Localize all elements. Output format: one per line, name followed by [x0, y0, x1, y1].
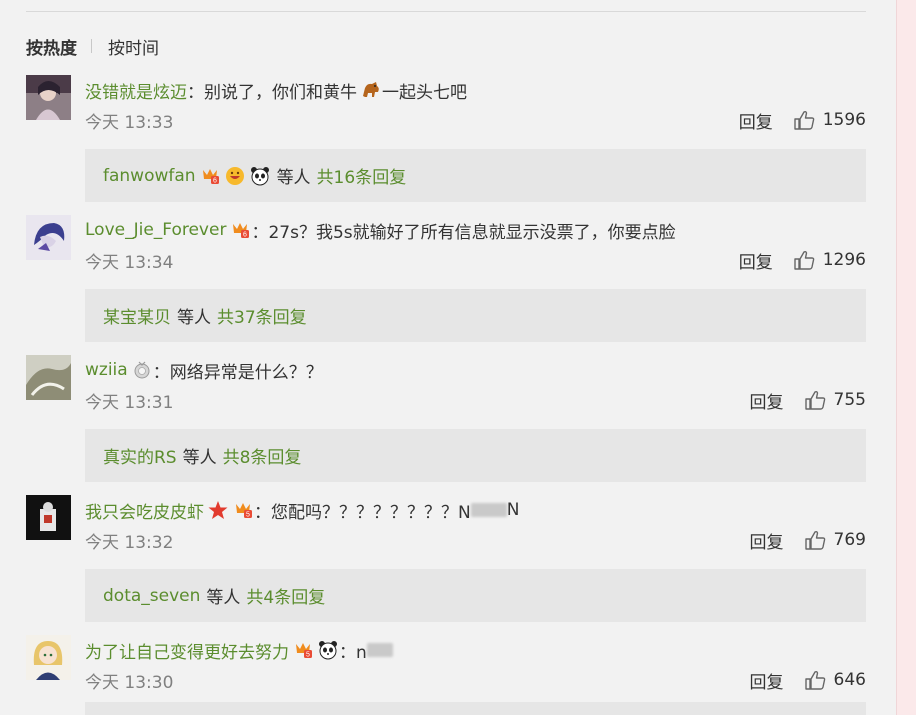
thumb-up-icon[interactable]	[804, 529, 826, 551]
sub-reply-count-link[interactable]: 共8条回复	[223, 443, 302, 468]
username-link[interactable]: wziia	[85, 360, 128, 380]
comment-panel: 按热度 按时间 没错就是炫迈 ：别说了，你们和黄牛 一起头七吧 今天 13:33…	[0, 0, 896, 715]
comment-text: ：别说了，你们和黄牛	[187, 82, 357, 103]
avatar[interactable]	[26, 215, 71, 260]
vip-badge-icon: 5	[232, 500, 254, 520]
svg-text:5: 5	[306, 652, 310, 659]
sub-reply-box[interactable]: 某宝某贝 等人 共37条回复	[85, 289, 866, 342]
like-count: 769	[833, 530, 866, 550]
comment-text: ：网络异常是什么？？	[152, 362, 323, 383]
sub-reply-count-link[interactable]: 共16条回复	[317, 163, 407, 188]
sub-reply-count-link[interactable]: 共4条回复	[246, 583, 325, 608]
comment-actions: 回复 646	[750, 668, 866, 693]
sort-divider	[91, 39, 92, 53]
comment-actions: 回复 1296	[739, 248, 866, 273]
panda-emoji-icon	[317, 640, 339, 660]
star-icon	[207, 500, 229, 520]
thumb-up-icon[interactable]	[793, 249, 815, 271]
comment-time: 今天 13:32	[85, 533, 174, 553]
sub-reply-user[interactable]: fanwowfan	[103, 166, 196, 186]
comment-text-tail: N	[506, 500, 520, 520]
reply-button[interactable]: 回复	[750, 388, 784, 413]
reply-button[interactable]: 回复	[739, 248, 773, 273]
sort-by-hot-tab[interactable]: 按热度	[26, 34, 77, 59]
like-count: 755	[833, 390, 866, 410]
horse-emoji-icon	[360, 80, 382, 100]
panda-emoji-icon	[249, 166, 271, 186]
comment-actions: 回复 769	[750, 528, 866, 553]
svg-text:6: 6	[244, 232, 248, 239]
like-count: 646	[833, 670, 866, 690]
reply-button[interactable]: 回复	[739, 108, 773, 133]
username-link[interactable]: Love_Jie_Forever	[85, 220, 226, 240]
username-link[interactable]: 我只会吃皮皮虾	[85, 498, 204, 523]
grin-emoji-icon	[224, 166, 246, 186]
avatar[interactable]	[26, 495, 71, 540]
sort-by-time-tab[interactable]: 按时间	[108, 34, 159, 59]
sub-reply-dengren: 等人	[276, 168, 311, 188]
redacted-text	[470, 503, 507, 517]
svg-text:5: 5	[246, 512, 250, 519]
thumb-up-icon[interactable]	[804, 669, 826, 691]
comment-time: 今天 13:34	[85, 253, 174, 273]
comment-text: ：n	[339, 642, 367, 663]
sub-reply-dengren: 等人	[182, 448, 217, 468]
comment-time: 今天 13:31	[85, 393, 174, 413]
comment-time: 今天 13:30	[85, 673, 174, 693]
avatar[interactable]	[26, 75, 71, 120]
sub-reply-box-partial[interactable]	[85, 702, 866, 715]
page-edge	[896, 0, 916, 715]
avatar[interactable]	[26, 635, 71, 680]
thumb-up-icon[interactable]	[804, 389, 826, 411]
like-count: 1596	[822, 110, 866, 130]
comment-text-tail: 一起头七吧	[382, 82, 467, 103]
sub-reply-user[interactable]: dota_seven	[103, 586, 200, 606]
sub-reply-user[interactable]: 某宝某贝	[103, 303, 171, 328]
vip-badge-icon: 5	[292, 640, 314, 660]
medal-icon	[131, 360, 153, 380]
comment-line: Love_Jie_Forever 6 ：27s？我5s就输好了所有信息就显示没票…	[85, 217, 676, 243]
sub-reply-count-link[interactable]: 共37条回复	[217, 303, 307, 328]
vip-badge-icon: 6	[199, 166, 221, 186]
sub-reply-box[interactable]: fanwowfan 6 等人 共16条回复	[85, 149, 866, 202]
sort-bar: 按热度 按时间	[26, 34, 159, 59]
vip-badge-icon: 6	[229, 220, 251, 240]
sub-reply-box[interactable]: 真实的RS 等人 共8条回复	[85, 429, 866, 482]
sub-reply-dengren: 等人	[206, 588, 241, 608]
username-link[interactable]: 没错就是炫迈	[85, 78, 187, 103]
reply-button[interactable]: 回复	[750, 528, 784, 553]
sub-reply-dengren: 等人	[177, 308, 211, 328]
comment-actions: 回复 755	[750, 388, 866, 413]
comment-line: 为了让自己变得更好去努力 5 ：n	[85, 637, 393, 663]
comment-text: ：您配吗？？？？？？？？N	[254, 502, 471, 523]
svg-text:6: 6	[213, 177, 217, 184]
comment-line: 没错就是炫迈 ：别说了，你们和黄牛 一起头七吧	[85, 77, 467, 103]
redacted-text	[366, 643, 393, 657]
sub-reply-box[interactable]: dota_seven 等人 共4条回复	[85, 569, 866, 622]
reply-button[interactable]: 回复	[750, 668, 784, 693]
avatar[interactable]	[26, 355, 71, 400]
comment-text: ：27s？我5s就输好了所有信息就显示没票了，你要点脸	[251, 222, 676, 243]
like-count: 1296	[822, 250, 866, 270]
sub-reply-user[interactable]: 真实的RS	[103, 443, 177, 468]
top-divider	[26, 11, 866, 12]
comment-line: wziia ：网络异常是什么？？	[85, 357, 323, 383]
comment-line: 我只会吃皮皮虾 5 ：您配吗？？？？？？？？N N	[85, 497, 519, 523]
comment-actions: 回复 1596	[739, 108, 866, 133]
username-link[interactable]: 为了让自己变得更好去努力	[85, 638, 289, 663]
comment-time: 今天 13:33	[85, 113, 174, 133]
thumb-up-icon[interactable]	[793, 109, 815, 131]
